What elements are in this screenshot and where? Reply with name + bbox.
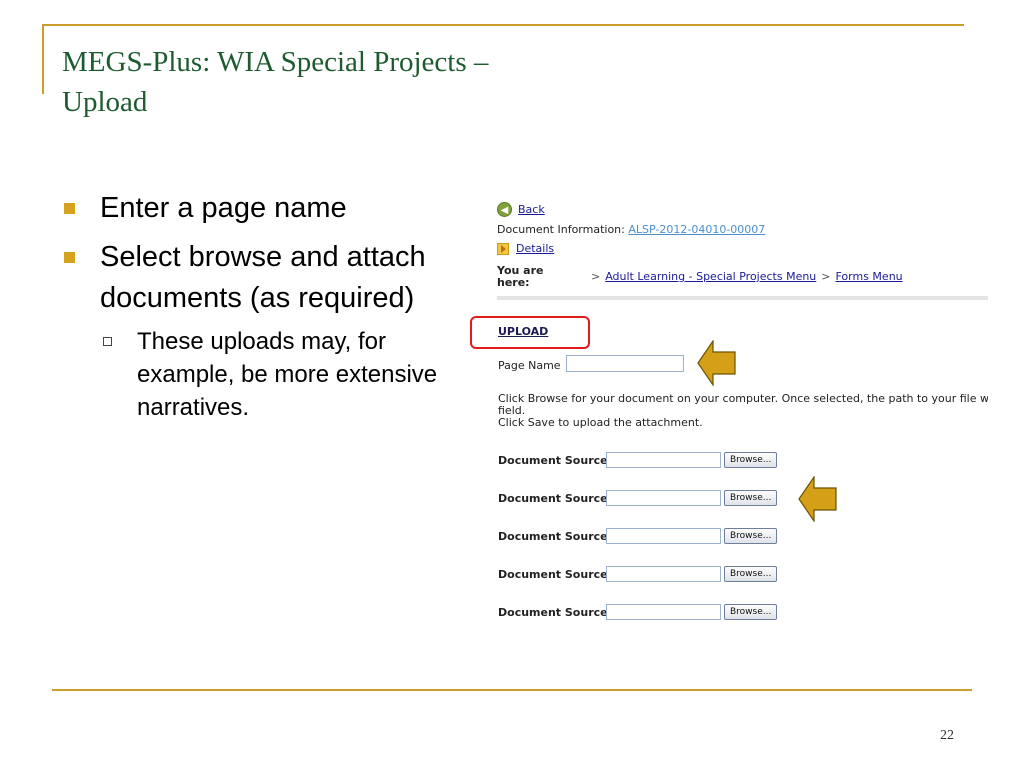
document-source-input[interactable] bbox=[606, 604, 721, 620]
browse-button[interactable]: Browse... bbox=[724, 528, 778, 544]
sub-bullet-item: These uploads may, for example, be more … bbox=[62, 325, 452, 424]
breadcrumb-special-projects-menu[interactable]: Adult Learning - Special Projects Menu bbox=[605, 270, 816, 283]
document-source-row: Document Source Browse... bbox=[498, 565, 778, 583]
browse-button[interactable]: Browse... bbox=[724, 604, 778, 620]
page-number: 22 bbox=[940, 728, 954, 743]
bullet-item: Select browse and attach documents (as r… bbox=[62, 237, 452, 319]
back-link-label[interactable]: Back bbox=[518, 203, 545, 216]
slide-frame-top bbox=[42, 24, 964, 26]
breadcrumb: > Adult Learning - Special Projects Menu >… bbox=[586, 270, 903, 283]
callout-arrow-icon bbox=[697, 340, 736, 386]
callout-arrow-icon bbox=[798, 476, 837, 522]
square-bullet-icon bbox=[64, 252, 75, 263]
document-source-input[interactable] bbox=[606, 452, 721, 468]
document-source-label: Document Source bbox=[498, 567, 608, 581]
document-source-label: Document Source bbox=[498, 605, 608, 619]
upload-screen-screenshot: ◀ Back Document Information: ALSP-2012-0… bbox=[470, 198, 988, 628]
breadcrumb-separator: > bbox=[821, 270, 831, 283]
upload-heading: UPLOAD bbox=[498, 325, 549, 338]
document-source-input[interactable] bbox=[606, 490, 721, 506]
bullet-text: Select browse and attach documents (as r… bbox=[100, 241, 426, 314]
breadcrumb-forms-menu[interactable]: Forms Menu bbox=[836, 270, 903, 283]
you-are-here-label: You are here: bbox=[497, 264, 544, 289]
document-source-label: Document Source bbox=[498, 453, 608, 467]
back-link[interactable]: ◀ Back bbox=[497, 202, 545, 217]
details-link-label[interactable]: Details bbox=[516, 242, 554, 255]
bullet-item: Enter a page name bbox=[62, 188, 452, 229]
breadcrumb-separator: > bbox=[591, 270, 601, 283]
document-source-row: Document Source Browse... bbox=[498, 451, 778, 469]
instruction-line: Click Browse for your document on your c… bbox=[498, 392, 988, 405]
upload-instructions: Click Browse for your document on your c… bbox=[498, 393, 988, 429]
slide-frame-bottom bbox=[52, 689, 972, 691]
document-information: Document Information: ALSP-2012-04010-00… bbox=[497, 223, 765, 236]
expand-arrow-icon bbox=[497, 242, 509, 255]
document-source-row: Document Source Browse... bbox=[498, 489, 778, 507]
browse-button[interactable]: Browse... bbox=[724, 490, 778, 506]
document-information-label: Document Information: bbox=[497, 223, 625, 236]
slide-title: MEGS-Plus: WIA Special Projects – Upload bbox=[62, 42, 622, 122]
square-bullet-icon bbox=[64, 203, 75, 214]
document-source-input[interactable] bbox=[606, 528, 721, 544]
document-source-row: Document Source Browse... bbox=[498, 603, 778, 621]
document-source-label: Document Source bbox=[498, 491, 608, 505]
slide-title-line-1: MEGS-Plus: WIA Special Projects – bbox=[62, 46, 489, 78]
instruction-line: Click Save to upload the attachment. bbox=[498, 416, 703, 429]
slide-title-line-2: Upload bbox=[62, 86, 148, 118]
page-name-label: Page Name bbox=[498, 359, 561, 372]
slide-frame-left bbox=[42, 24, 44, 94]
document-source-row: Document Source Browse... bbox=[498, 527, 778, 545]
bullet-list: Enter a page name Select browse and atta… bbox=[62, 188, 452, 424]
details-link[interactable]: Details bbox=[497, 242, 554, 255]
bullet-text: Enter a page name bbox=[100, 192, 347, 224]
document-source-label: Document Source bbox=[498, 529, 608, 543]
browse-button[interactable]: Browse... bbox=[724, 452, 778, 468]
header-divider bbox=[497, 296, 988, 300]
browse-button[interactable]: Browse... bbox=[724, 566, 778, 582]
document-source-input[interactable] bbox=[606, 566, 721, 582]
hollow-square-bullet-icon bbox=[103, 337, 112, 346]
page-name-input[interactable] bbox=[566, 355, 684, 372]
back-arrow-icon: ◀ bbox=[497, 202, 512, 217]
sub-bullet-text: These uploads may, for example, be more … bbox=[137, 328, 438, 421]
document-id-link[interactable]: ALSP-2012-04010-00007 bbox=[628, 223, 765, 236]
